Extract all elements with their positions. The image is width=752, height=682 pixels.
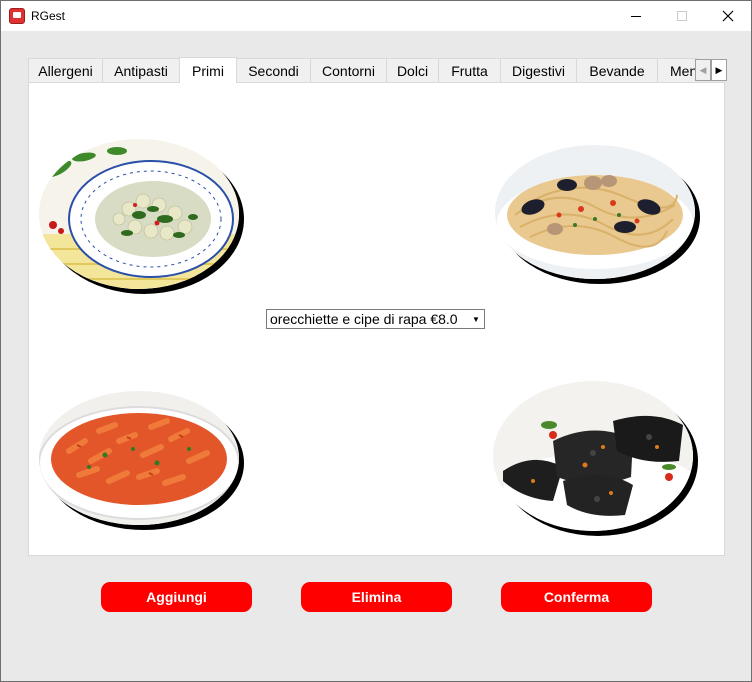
title-bar[interactable]: RGest [1, 1, 751, 31]
category-tabs: Allergeni Antipasti Primi Secondi Contor… [28, 57, 698, 83]
tab-dolci[interactable]: Dolci [386, 58, 439, 83]
minimize-button[interactable] [613, 1, 659, 31]
maximize-icon [677, 11, 687, 21]
tab-allergeni[interactable]: Allergeni [28, 58, 103, 83]
minimize-icon [631, 15, 641, 17]
add-button[interactable]: Aggiungi [101, 582, 252, 612]
app-window: RGest Allergeni Antipasti Primi Secondi … [0, 0, 752, 682]
orecchiette-cime-di-rapa-photo[interactable] [39, 139, 239, 289]
window-title: RGest [31, 9, 66, 23]
tab-contorni[interactable]: Contorni [310, 58, 387, 83]
arrow-right-icon: ▶ [715, 64, 723, 75]
tab-scroll-buttons: ◀ ▶ [695, 59, 727, 81]
close-icon [722, 10, 734, 22]
close-button[interactable] [705, 1, 751, 31]
app-icon [9, 8, 25, 24]
tab-frutta[interactable]: Frutta [438, 58, 501, 83]
arrow-left-icon: ◀ [699, 64, 707, 75]
confirm-button[interactable]: Conferma [501, 582, 652, 612]
tab-scroll-left-button[interactable]: ◀ [695, 59, 711, 81]
dish-select-value: orecchiette e cipe di rapa €8.0 [270, 311, 458, 327]
tab-bevande[interactable]: Bevande [576, 58, 658, 83]
tab-antipasti[interactable]: Antipasti [102, 58, 180, 83]
maximize-button[interactable] [659, 1, 705, 31]
seafood-linguine-photo[interactable] [495, 145, 695, 279]
tab-secondi[interactable]: Secondi [236, 58, 311, 83]
delete-button[interactable]: Elimina [301, 582, 452, 612]
tab-primi[interactable]: Primi [179, 57, 237, 83]
tab-menu[interactable]: Menù [657, 58, 698, 83]
penne-arrabbiata-photo[interactable] [39, 391, 239, 525]
tab-scroll-right-button[interactable]: ▶ [711, 59, 727, 81]
chevron-down-icon: ▼ [472, 314, 480, 324]
tab-digestivi[interactable]: Digestivi [500, 58, 577, 83]
black-ravioli-photo[interactable] [493, 381, 693, 531]
dish-select[interactable]: orecchiette e cipe di rapa €8.0 ▼ [266, 309, 485, 329]
